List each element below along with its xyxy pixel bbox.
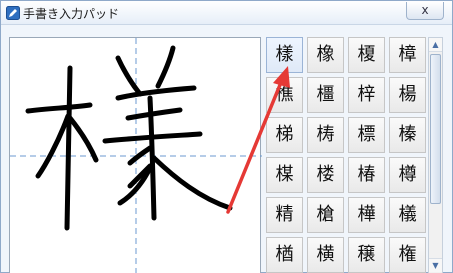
- candidate-char[interactable]: 梓: [348, 77, 385, 113]
- candidate-char[interactable]: 榎: [348, 37, 385, 73]
- candidate-char[interactable]: 梯: [266, 117, 303, 153]
- candidate-char[interactable]: 権: [389, 237, 426, 273]
- ink-stroke: [35, 113, 71, 179]
- candidate-char[interactable]: 楳: [266, 157, 303, 193]
- candidate-char[interactable]: 槍: [307, 197, 344, 233]
- candidate-char[interactable]: 椿: [348, 157, 385, 193]
- candidate-char[interactable]: 横: [307, 237, 344, 273]
- candidate-char[interactable]: 楼: [307, 157, 344, 193]
- candidate-char[interactable]: 樺: [348, 197, 385, 233]
- candidate-char[interactable]: 檥: [389, 197, 426, 233]
- chevron-up-icon[interactable]: ▲: [429, 38, 442, 52]
- close-button[interactable]: x: [406, 2, 444, 20]
- window-title: 手書き入力パッド: [23, 7, 120, 21]
- candidate-char[interactable]: 梼: [307, 117, 344, 153]
- ink-stroke: [151, 155, 233, 211]
- candidate-char[interactable]: 楢: [266, 237, 303, 273]
- candidate-list: 樣橡榎樟樵橿梓楊梯梼標榛楳楼椿樽精槍樺檥楢横穣権: [266, 37, 426, 273]
- ink-strokes: [10, 38, 262, 273]
- candidate-char[interactable]: 標: [348, 117, 385, 153]
- candidate-char[interactable]: 樣: [266, 37, 303, 73]
- ink-stroke: [117, 165, 153, 206]
- ink-stroke: [115, 85, 197, 101]
- scrollbar-thumb[interactable]: [430, 54, 441, 204]
- candidate-char[interactable]: 樟: [389, 37, 426, 73]
- handwriting-canvas[interactable]: [9, 37, 262, 273]
- pen-icon: [6, 6, 20, 20]
- candidate-char[interactable]: 榛: [389, 117, 426, 153]
- candidate-char[interactable]: 楊: [389, 77, 426, 113]
- title-bar[interactable]: 手書き入力パッド x: [1, 1, 452, 25]
- ink-stroke: [64, 65, 73, 231]
- ink-stroke: [155, 45, 176, 89]
- ink-stroke: [67, 115, 99, 163]
- candidate-char[interactable]: 樵: [266, 77, 303, 113]
- ink-stroke: [25, 102, 93, 114]
- handwriting-pad-window: 手書き入力パッド x 樣橡榎樟樵橿梓楊 梯 梼 標 榛 楳 楼 椿 樽 精 槍 …: [0, 0, 453, 273]
- candidate-scrollbar[interactable]: ▲ ▼: [428, 37, 443, 273]
- ink-stroke: [115, 55, 143, 97]
- candidate-char[interactable]: 精: [266, 197, 303, 233]
- candidate-char[interactable]: 樽: [389, 157, 426, 193]
- chevron-down-icon[interactable]: ▼: [429, 258, 442, 272]
- candidate-char[interactable]: 橡: [307, 37, 344, 73]
- candidate-char[interactable]: 橿: [307, 77, 344, 113]
- candidate-char[interactable]: 穣: [348, 237, 385, 273]
